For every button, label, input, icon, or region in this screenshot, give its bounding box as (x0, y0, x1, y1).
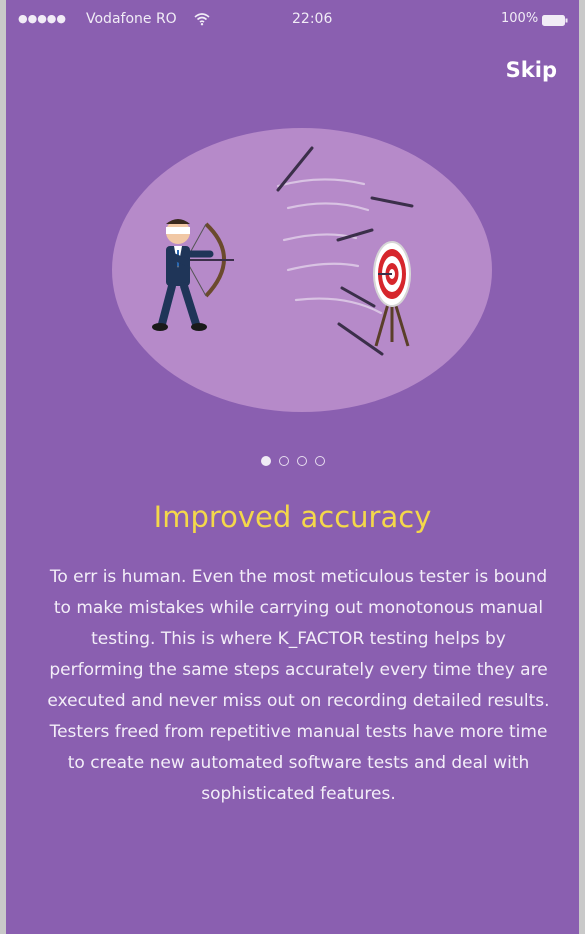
description-text: To err is human. Even the most meticulou… (47, 567, 550, 804)
wifi-icon (194, 13, 210, 26)
status-bar: ●●●●● Vodafone RO 22:06 100% (6, 0, 579, 44)
page-dot-4[interactable] (314, 456, 325, 466)
carrier-name: Vodafone RO (86, 11, 177, 27)
onboarding-screen: ●●●●● Vodafone RO 22:06 100% Skip Improv… (0, 0, 585, 934)
archer-hitting-target-illustration (112, 128, 492, 412)
skip-button[interactable]: Skip (506, 58, 557, 82)
battery-percentage: 100% (501, 11, 539, 26)
clock: 22:06 (292, 11, 333, 27)
page-dot-2[interactable] (278, 456, 289, 466)
page-dot-1[interactable] (260, 456, 271, 466)
battery-icon (542, 15, 568, 26)
signal-strength-icon: ●●●●● (18, 12, 66, 25)
target (373, 241, 411, 347)
page-dot-3[interactable] (296, 456, 307, 466)
page-title: Improved accuracy (153, 500, 432, 534)
page-indicator (6, 456, 579, 466)
